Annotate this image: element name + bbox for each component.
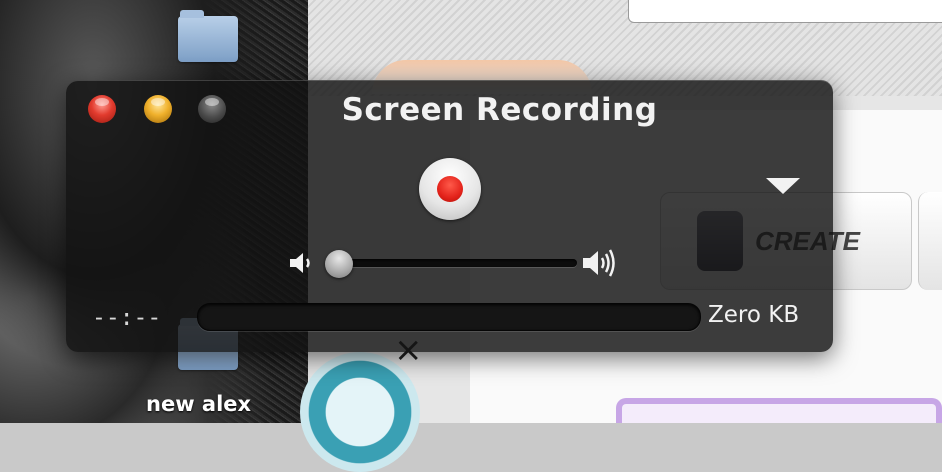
triangle-down-icon[interactable]: [766, 178, 800, 194]
recording-progress-bar: [197, 303, 701, 331]
window-title: Screen Recording: [341, 92, 658, 128]
elapsed-time: --:--: [92, 305, 162, 331]
file-size: Zero KB: [708, 302, 800, 328]
screen-recording-window: Screen Recording --:-- Zero KB: [66, 80, 833, 352]
desktop-folder-icon[interactable]: [178, 10, 238, 62]
purple-panel: [616, 398, 942, 423]
desktop-folder-label[interactable]: new alex: [146, 392, 251, 416]
speaker-high-icon[interactable]: [580, 246, 620, 286]
speaker-low-icon[interactable]: [286, 248, 316, 284]
record-icon: [437, 176, 463, 202]
address-bar[interactable]: [628, 0, 942, 23]
volume-slider-knob[interactable]: [325, 250, 353, 278]
side-card[interactable]: [918, 192, 942, 290]
teal-logo: [300, 352, 420, 472]
volume-slider-track[interactable]: [339, 259, 577, 267]
record-button[interactable]: [419, 158, 481, 220]
